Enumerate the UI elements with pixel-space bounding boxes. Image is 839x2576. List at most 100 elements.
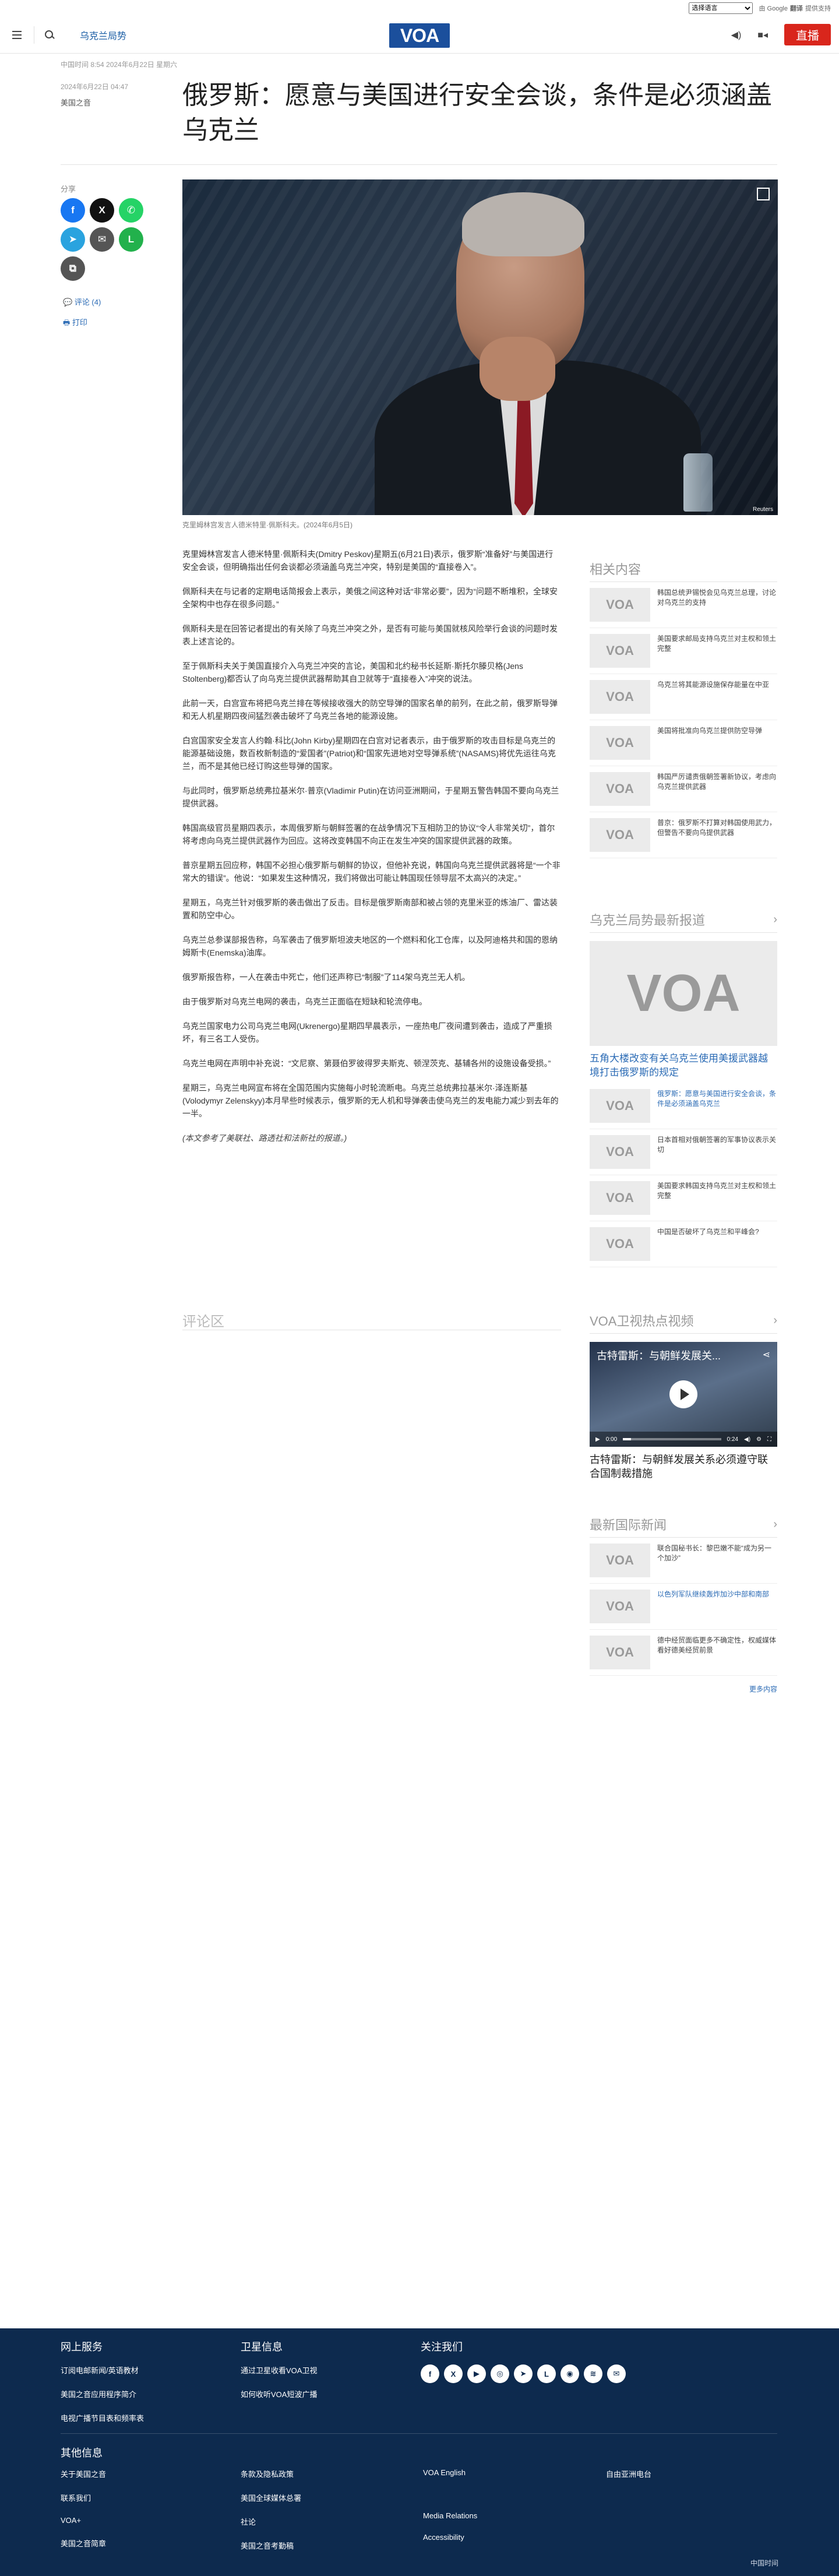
whatsapp-icon[interactable]: ✆ xyxy=(119,198,143,223)
list-item[interactable]: VOA 美国要求韩国支持乌克兰对主权和领土完整 xyxy=(590,1175,777,1221)
list-item[interactable]: VOA 中国是否破坏了乌克兰和平峰会? xyxy=(590,1221,777,1267)
list-item[interactable]: VOA 日本首相对俄朝签署的军事协议表示关切 xyxy=(590,1129,777,1175)
footer-link[interactable]: 关于美国之音 xyxy=(61,2468,106,2479)
fullscreen-icon[interactable]: ⛶ xyxy=(767,1436,771,1443)
author[interactable]: 美国之音 xyxy=(61,97,91,108)
voa-thumb: VOA xyxy=(590,1227,650,1261)
list-item-title: 普京：俄罗斯不打算对韩国使用武力，但警告不要向乌提供武器 xyxy=(657,819,777,837)
list-item[interactable]: VOA 韩国严厉谴责俄朝签署新协议，考虑向乌克兰提供武器 xyxy=(590,766,777,812)
volume-icon[interactable]: ◀) xyxy=(744,1436,750,1443)
footer-link[interactable]: 电视广播节目表和频率表 xyxy=(61,2412,144,2423)
footer-link[interactable]: 美国之音应用程序简介 xyxy=(61,2388,144,2399)
comments-link[interactable]: 💬 评论 (4) xyxy=(63,296,101,307)
footer-link[interactable]: Accessibility xyxy=(423,2533,477,2542)
video-progress[interactable] xyxy=(623,1438,721,1440)
image-caption: 克里姆林宫发言人德米特里·佩斯科夫。(2024年6月5日) xyxy=(182,521,353,529)
video-icon[interactable]: ■◂ xyxy=(757,29,768,41)
instagram-icon[interactable]: ◎ xyxy=(491,2364,509,2383)
voa-thumb: VOA xyxy=(590,726,650,760)
footer-link[interactable]: VOA+ xyxy=(61,2516,106,2525)
footer-link[interactable]: 条款及隐私政策 xyxy=(241,2468,301,2479)
live-button[interactable]: 直播 xyxy=(784,24,831,45)
latest-ukraine-heading[interactable]: 乌克兰局势最新报道 › xyxy=(590,910,777,933)
fullscreen-icon[interactable] xyxy=(757,188,770,200)
footer-link[interactable]: 美国之音考勤稿 xyxy=(241,2540,301,2551)
copy-link-icon[interactable]: ⧉ xyxy=(61,256,85,281)
dateline: 中国时间 8:54 2024年6月22日 星期六 xyxy=(61,61,178,69)
related-heading: 相关内容 xyxy=(590,559,777,582)
footer-online-services: 网上服务 订阅电邮新闻/英语教材 美国之音应用程序简介 电视广播节目表和频率表 xyxy=(61,2339,144,2436)
telegram-icon[interactable]: ➤ xyxy=(61,227,85,252)
footer-link[interactable] xyxy=(423,2490,477,2499)
list-item[interactable]: VOA 美国要求邮局支持乌克兰对主权和领土完整 xyxy=(590,628,777,674)
x-icon[interactable]: X xyxy=(444,2364,463,2383)
line-icon[interactable]: L xyxy=(537,2364,556,2383)
voa-thumb: VOA xyxy=(590,1181,650,1215)
facebook-icon[interactable]: f xyxy=(61,198,85,223)
video-caption[interactable]: 古特雷斯：与朝鲜发展关系必须遵守联合国制裁措施 xyxy=(590,1453,777,1481)
youtube-icon[interactable]: ▶ xyxy=(467,2364,486,2383)
video-player[interactable]: 古特雷斯：与朝鲜发展关... ⋖ ▶ 0:00 0:24 ◀) ⚙ ⛶ xyxy=(590,1342,777,1447)
print-link[interactable]: 🖶 打印 xyxy=(63,316,87,330)
voa-logo[interactable]: VOA xyxy=(389,23,450,48)
paragraph: 星期五，乌克兰针对俄罗斯的袭击做出了反击。目标是俄罗斯南部和被占领的克里米亚的炼… xyxy=(182,898,558,920)
paragraph: 乌克兰总参谋部报告称，乌军袭击了俄罗斯坦波夫地区的一个燃料和化工仓库，以及阿迪格… xyxy=(182,935,558,957)
settings-icon[interactable]: ⚙ xyxy=(756,1436,762,1443)
footer-link[interactable]: 美国之音简章 xyxy=(61,2538,106,2549)
telegram-icon[interactable]: ➤ xyxy=(514,2364,533,2383)
rss-icon[interactable]: ≋ xyxy=(584,2364,602,2383)
print-icon: 🖶 xyxy=(63,318,72,327)
chevron-right-icon: › xyxy=(773,1517,777,1531)
line-icon[interactable]: L xyxy=(119,227,143,252)
play-small-icon[interactable]: ▶ xyxy=(595,1436,600,1443)
menu-icon[interactable] xyxy=(8,26,26,44)
footer-link[interactable]: 自由亚洲电台 xyxy=(606,2468,651,2479)
language-select[interactable]: 选择语言 xyxy=(689,2,753,14)
video-heading[interactable]: VOA卫视热点视频 › xyxy=(590,1311,777,1334)
email-icon[interactable]: ✉ xyxy=(90,227,114,252)
facebook-icon[interactable]: f xyxy=(421,2364,439,2383)
paragraph: 乌克兰电网在声明中补充说：“文尼察、第聂伯罗彼得罗夫斯克、顿涅茨克、基辅各州的设… xyxy=(182,1059,551,1068)
list-item[interactable]: VOA 韩国总统尹锡悦会见乌克兰总理，讨论对乌克兰的支持 xyxy=(590,582,777,628)
voa-thumb: VOA xyxy=(590,1089,650,1123)
footer-time: 中国时间 xyxy=(750,2559,778,2567)
list-item[interactable]: VOA 普京：俄罗斯不打算对韩国使用武力，但警告不要向乌提供武器 xyxy=(590,812,777,858)
paragraph: 俄罗斯报告称，一人在袭击中死亡，他们还声称已“制服”了114架乌克兰无人机。 xyxy=(182,972,470,982)
paragraph: 至于佩斯科夫关于美国直接介入乌克兰冲突的言论，美国和北约秘书长延斯·斯托尔滕贝格… xyxy=(182,661,523,683)
search-icon[interactable] xyxy=(43,28,57,42)
list-item[interactable]: VOA 乌克兰将其能源设施保存能量在中亚 xyxy=(590,674,777,720)
hero-image: Reuters xyxy=(182,179,778,515)
footer-link[interactable]: 通过卫星收看VOA卫视 xyxy=(241,2364,317,2376)
video-overlay-title: 古特雷斯：与朝鲜发展关... xyxy=(597,1350,721,1362)
footer-other-info: 其他信息 xyxy=(61,2445,103,2471)
footer-heading: 其他信息 xyxy=(61,2447,103,2459)
footer-link[interactable]: 社论 xyxy=(241,2516,301,2527)
list-item[interactable]: VOA 俄罗斯：愿意与美国进行安全会谈，条件是必须涵盖乌克兰 xyxy=(590,1083,777,1129)
section-link[interactable]: 乌克兰局势 xyxy=(80,28,126,42)
list-item[interactable]: VOA 德中经贸面临更多不确定性，权威媒体看好德美经贸前景 xyxy=(590,1630,777,1676)
list-item[interactable]: VOA 美国将批准向乌克兰提供防空导弹 xyxy=(590,720,777,766)
list-item-title: 以色列军队继续轰炸加沙中部和南部 xyxy=(657,1590,770,1598)
footer-link[interactable]: VOA English xyxy=(423,2468,477,2477)
x-icon[interactable]: X xyxy=(90,198,114,223)
footer-link[interactable]: 如何收听VOA短波广播 xyxy=(241,2388,317,2399)
footer-link[interactable]: 联系我们 xyxy=(61,2492,106,2503)
feature-title[interactable]: 五角大楼改变有关乌克兰使用美援武器越境打击俄罗斯的规定 xyxy=(590,1052,777,1080)
footer-link[interactable]: Media Relations xyxy=(423,2511,477,2520)
email-icon[interactable]: ✉ xyxy=(607,2364,626,2383)
list-item[interactable]: VOA 以色列军队继续轰炸加沙中部和南部 xyxy=(590,1584,777,1630)
feature-thumb[interactable]: VOA xyxy=(590,941,777,1046)
podcast-icon[interactable]: ◉ xyxy=(560,2364,579,2383)
list-item[interactable]: VOA 联合国秘书长：黎巴嫩不能“成为另一个加沙” xyxy=(590,1538,777,1584)
share-icon[interactable]: ⋖ xyxy=(763,1349,770,1361)
intl-news-heading[interactable]: 最新国际新闻 › xyxy=(590,1515,777,1538)
paragraph: 白宫国家安全发言人约翰·科比(John Kirby)星期四在白宫对记者表示，由于… xyxy=(182,736,556,771)
audio-icon[interactable]: ◀) xyxy=(731,29,742,41)
footer-link[interactable]: 订阅电邮新闻/英语教材 xyxy=(61,2364,144,2376)
footer-heading: 网上服务 xyxy=(61,2341,103,2353)
gt-label: 由 Google xyxy=(759,5,788,12)
voa-thumb: VOA xyxy=(590,772,650,806)
more-link[interactable]: 更多内容 xyxy=(590,1684,777,1694)
play-icon[interactable] xyxy=(669,1380,697,1408)
footer-link[interactable]: 美国全球媒体总署 xyxy=(241,2492,301,2503)
